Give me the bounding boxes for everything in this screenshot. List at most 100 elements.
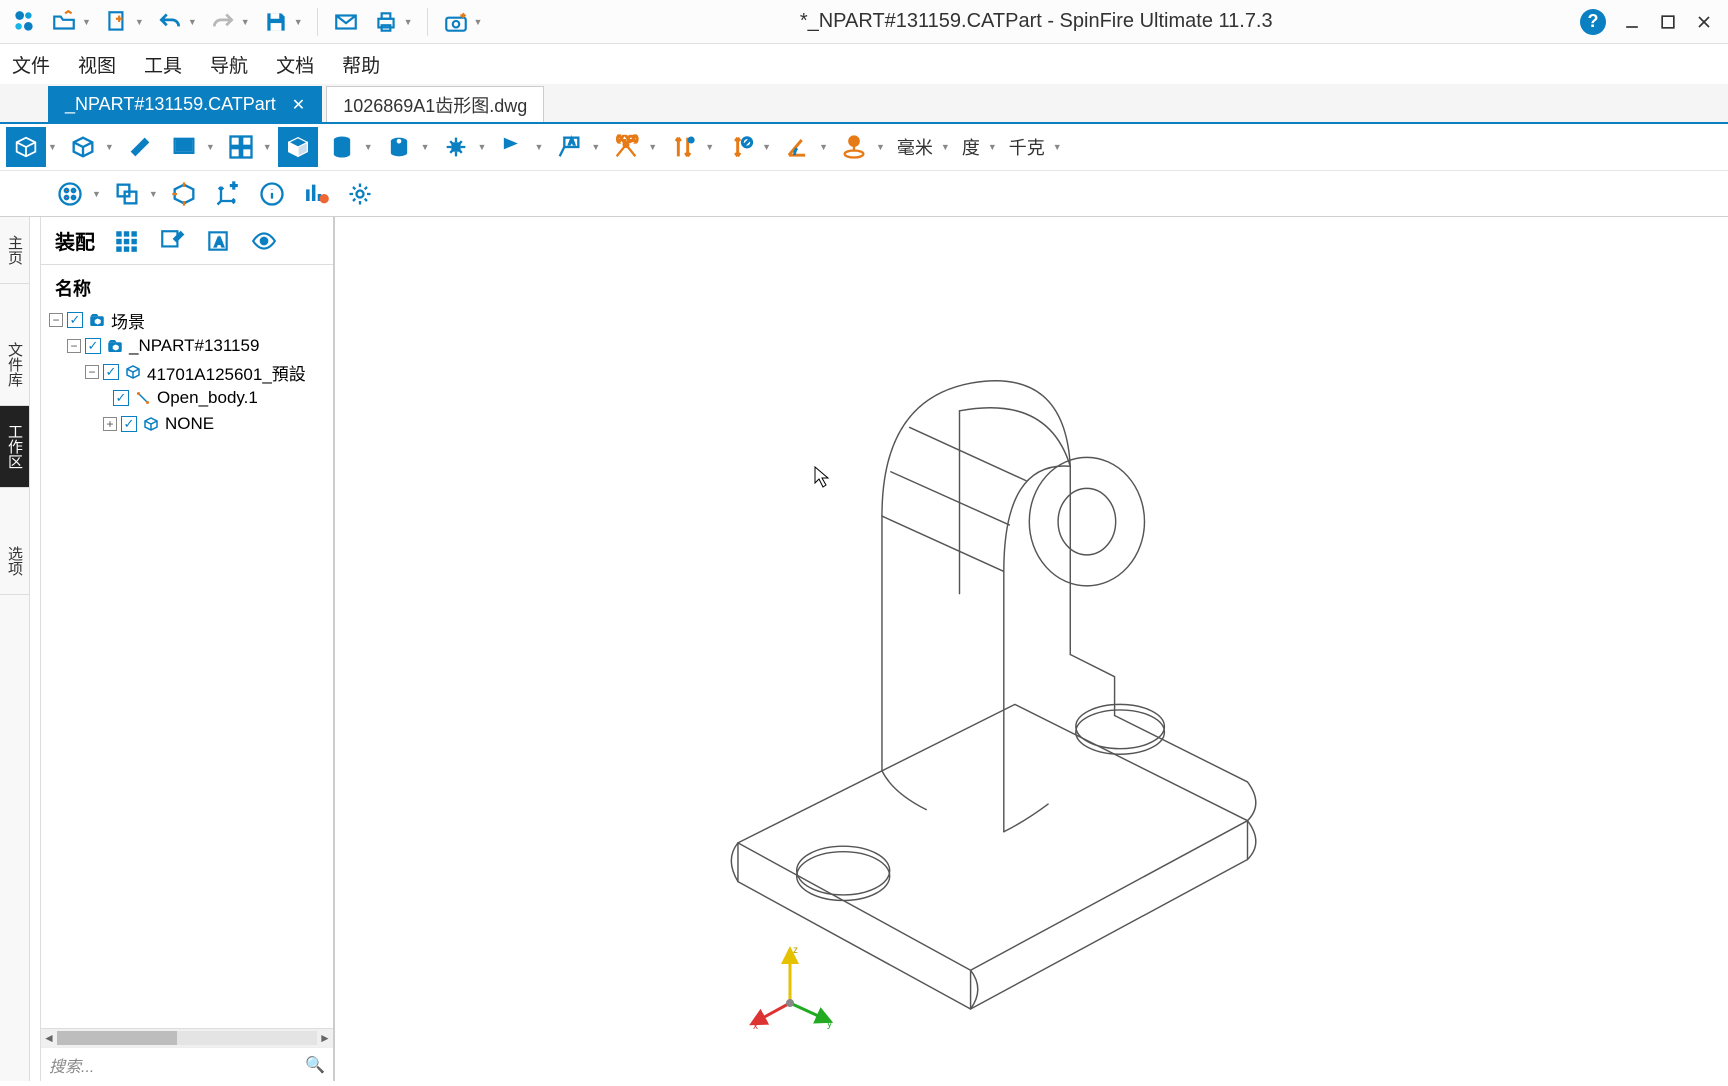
coordinate-icon[interactable]: (X,Y,Z): [606, 127, 646, 167]
dropdown-icon[interactable]: ▼: [819, 142, 828, 152]
dropdown-icon[interactable]: ▼: [762, 142, 771, 152]
dropdown-icon[interactable]: ▼: [421, 142, 430, 152]
checkbox-icon[interactable]: ✓: [121, 416, 137, 432]
search-icon[interactable]: 🔍: [305, 1055, 325, 1075]
sidetab-library[interactable]: 文件库: [0, 324, 29, 406]
dropdown-icon[interactable]: ▼: [988, 142, 997, 152]
dropdown-icon[interactable]: ▼: [941, 142, 950, 152]
unit-length[interactable]: 毫米: [891, 134, 939, 160]
plane-icon[interactable]: [120, 127, 160, 167]
dropdown-icon[interactable]: ▼: [92, 189, 101, 199]
checkbox-icon[interactable]: ✓: [67, 312, 83, 328]
dropdown-icon[interactable]: ▼: [591, 142, 600, 152]
gear-cylinder-icon[interactable]: [379, 127, 419, 167]
layout-icon[interactable]: [221, 127, 261, 167]
dropdown-icon[interactable]: ▼: [1053, 142, 1062, 152]
dropdown-icon[interactable]: ▼: [705, 142, 714, 152]
panel-tab-assembly[interactable]: 装配: [55, 226, 95, 255]
eye-icon[interactable]: [249, 226, 279, 256]
collapse-icon[interactable]: −: [85, 365, 99, 379]
3d-viewport[interactable]: x y z: [335, 217, 1728, 1081]
scroll-right-icon[interactable]: ►: [317, 1031, 333, 1045]
camera-icon[interactable]: [438, 4, 474, 40]
help-icon[interactable]: ?: [1580, 9, 1606, 35]
edit-icon[interactable]: [157, 226, 187, 256]
transform-icon[interactable]: [164, 174, 204, 214]
minimize-icon[interactable]: [1622, 12, 1642, 32]
dropdown-icon[interactable]: ▼: [82, 17, 91, 27]
dropdown-icon[interactable]: ▼: [263, 142, 272, 152]
menu-tools[interactable]: 工具: [144, 51, 182, 78]
tab-active[interactable]: _NPART#131159.CATPart ✕: [48, 86, 322, 122]
maximize-icon[interactable]: [1658, 12, 1678, 32]
explode-icon[interactable]: [436, 127, 476, 167]
dropdown-icon[interactable]: ▼: [135, 17, 144, 27]
undo-icon[interactable]: [152, 4, 188, 40]
info-icon[interactable]: [252, 174, 292, 214]
expand-icon[interactable]: +: [103, 417, 117, 431]
copy-icon[interactable]: [107, 174, 147, 214]
grid-icon[interactable]: [111, 226, 141, 256]
dimension-diameter-icon[interactable]: [720, 127, 760, 167]
collapse-icon[interactable]: −: [67, 339, 81, 353]
dropdown-icon[interactable]: ▼: [478, 142, 487, 152]
view-3d-icon[interactable]: [6, 127, 46, 167]
probe-icon[interactable]: [834, 127, 874, 167]
scroll-left-icon[interactable]: ◄: [41, 1031, 57, 1045]
save-icon[interactable]: [258, 4, 294, 40]
tree-row-body[interactable]: ✓ Open_body.1: [47, 385, 327, 411]
tree-row-part[interactable]: − ✓ _NPART#131159: [47, 333, 327, 359]
sidetab-workspace[interactable]: 工作区: [0, 406, 29, 488]
dropdown-icon[interactable]: ▼: [294, 17, 303, 27]
checkbox-icon[interactable]: ✓: [85, 338, 101, 354]
text-frame-icon[interactable]: A: [203, 226, 233, 256]
cube-icon[interactable]: [63, 127, 103, 167]
dropdown-icon[interactable]: ▼: [648, 142, 657, 152]
palette-icon[interactable]: [50, 174, 90, 214]
dropdown-icon[interactable]: ▼: [404, 17, 413, 27]
scroll-track[interactable]: [57, 1031, 317, 1045]
dimension-vertical-icon[interactable]: [663, 127, 703, 167]
print-icon[interactable]: [368, 4, 404, 40]
menu-help[interactable]: 帮助: [342, 51, 380, 78]
new-icon[interactable]: [99, 4, 135, 40]
dropdown-icon[interactable]: ▼: [206, 142, 215, 152]
app-logo-icon[interactable]: [6, 4, 42, 40]
tab-inactive[interactable]: 1026869A1齿形图.dwg: [326, 86, 544, 122]
mail-icon[interactable]: [328, 4, 364, 40]
annotation-icon[interactable]: A: [549, 127, 589, 167]
checkbox-icon[interactable]: ✓: [113, 390, 129, 406]
shaded-cube-icon[interactable]: [278, 127, 318, 167]
horizontal-scrollbar[interactable]: ◄ ►: [41, 1029, 333, 1047]
dropdown-icon[interactable]: ▼: [876, 142, 885, 152]
scroll-thumb[interactable]: [57, 1031, 177, 1045]
sidetab-home[interactable]: 主页: [0, 217, 29, 284]
tree-row-sub[interactable]: − ✓ 41701A125601_預設: [47, 359, 327, 385]
dropdown-icon[interactable]: ▼: [534, 142, 543, 152]
dropdown-icon[interactable]: ▼: [149, 189, 158, 199]
sidetab-options[interactable]: 选项: [0, 528, 29, 595]
dropdown-icon[interactable]: ▼: [241, 17, 250, 27]
cylinder-icon[interactable]: [322, 127, 362, 167]
open-icon[interactable]: [46, 4, 82, 40]
search-box[interactable]: 搜索... 🔍: [41, 1047, 333, 1081]
tree-row-none[interactable]: + ✓ NONE: [47, 411, 327, 437]
menu-file[interactable]: 文件: [12, 51, 50, 78]
menu-doc[interactable]: 文档: [276, 51, 314, 78]
unit-mass[interactable]: 千克: [1003, 134, 1051, 160]
screen-icon[interactable]: [164, 127, 204, 167]
menu-view[interactable]: 视图: [78, 51, 116, 78]
dropdown-icon[interactable]: ▼: [105, 142, 114, 152]
menu-nav[interactable]: 导航: [210, 51, 248, 78]
flag-icon[interactable]: [492, 127, 532, 167]
redo-icon[interactable]: [205, 4, 241, 40]
axes-icon[interactable]: +: [208, 174, 248, 214]
close-icon[interactable]: [1694, 12, 1714, 32]
unit-angle[interactable]: 度: [956, 134, 986, 160]
tab-close-icon[interactable]: ✕: [292, 95, 305, 115]
dropdown-icon[interactable]: ▼: [48, 142, 57, 152]
angle-icon[interactable]: [777, 127, 817, 167]
dropdown-icon[interactable]: ▼: [188, 17, 197, 27]
settings-icon[interactable]: [340, 174, 380, 214]
dropdown-icon[interactable]: ▼: [364, 142, 373, 152]
